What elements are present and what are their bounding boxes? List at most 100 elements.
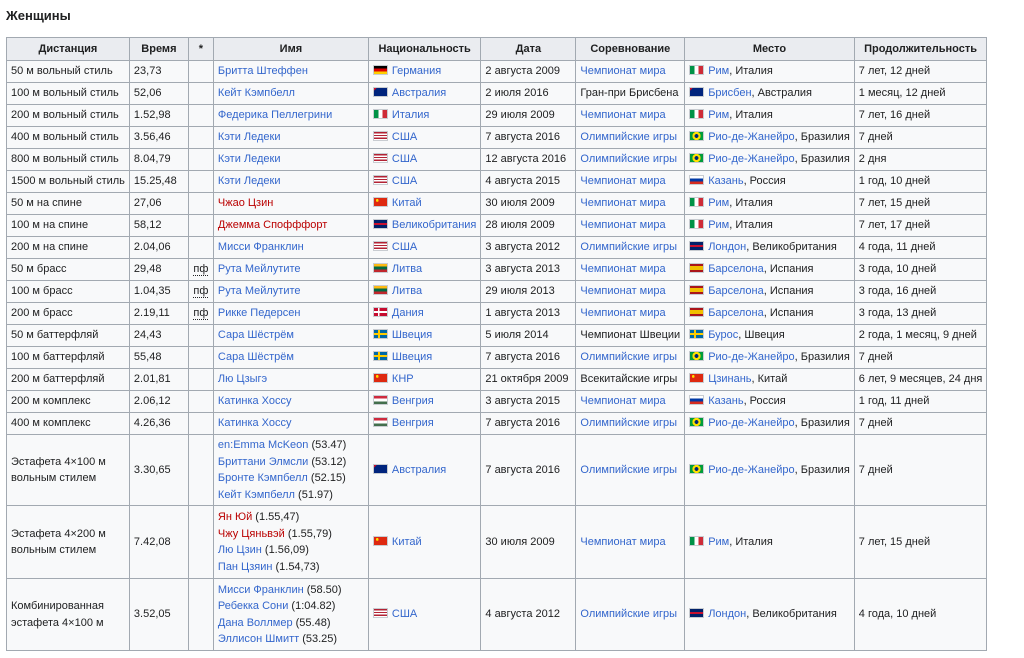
swimmer-name-link[interactable]: Ян Юй (218, 511, 252, 523)
swimmer-name-link[interactable]: Пан Цзяин (218, 561, 273, 573)
nationality-link[interactable]: Австралия (392, 87, 446, 99)
nationality-link[interactable]: Дания (392, 307, 424, 319)
city-link[interactable]: Рио-де-Жанейро (708, 153, 794, 165)
swimmer-name-link[interactable]: Кейт Кэмпбелл (218, 87, 295, 99)
swimmer-name-link[interactable]: Сара Шёстрём (218, 329, 294, 341)
city-link[interactable]: Брисбен (708, 87, 751, 99)
column-header-place[interactable]: Место (684, 37, 855, 61)
competition-link[interactable]: Чемпионат мира (580, 109, 665, 121)
competition-link[interactable]: Олимпийские игры (580, 351, 677, 363)
competition-link[interactable]: Чемпионат мира (580, 307, 665, 319)
competition-link[interactable]: Чемпионат мира (580, 175, 665, 187)
city-link[interactable]: Рим (708, 536, 729, 548)
swimmer-name-link[interactable]: Сара Шёстрём (218, 351, 294, 363)
city-link[interactable]: Барселона (708, 263, 764, 275)
nationality-link[interactable]: США (392, 608, 417, 620)
column-header-nationality[interactable]: Национальность (367, 37, 482, 61)
nationality-link[interactable]: Китай (392, 197, 422, 209)
nationality-link[interactable]: Китай (392, 536, 422, 548)
competition-link[interactable]: Чемпионат мира (580, 285, 665, 297)
competition-link[interactable]: Чемпионат мира (580, 536, 665, 548)
swimmer-name-link[interactable]: Рута Мейлутите (218, 285, 301, 297)
competition-link[interactable]: Олимпийские игры (580, 608, 677, 620)
nationality-link[interactable]: США (392, 153, 417, 165)
city-link[interactable]: Рио-де-Жанейро (708, 464, 794, 476)
column-header-name[interactable]: Имя (212, 37, 369, 61)
swimmer-name-link[interactable]: Катинка Хоссу (218, 417, 292, 429)
note-abbr[interactable]: пф (193, 263, 209, 277)
swimmer-name-link[interactable]: Лю Цзин (218, 544, 262, 556)
city-link[interactable]: Рио-де-Жанейро (708, 131, 794, 143)
city-link[interactable]: Рим (708, 219, 729, 231)
competition-link[interactable]: Чемпионат мира (580, 219, 665, 231)
competition-link[interactable]: Олимпийские игры (580, 464, 677, 476)
competition-link[interactable]: Олимпийские игры (580, 417, 677, 429)
city-link[interactable]: Рио-де-Жанейро (708, 417, 794, 429)
swimmer-name-link[interactable]: en:Emma McKeon (218, 439, 308, 451)
nationality-link[interactable]: Великобритания (392, 219, 476, 231)
city-link[interactable]: Лондон (708, 608, 746, 620)
column-header-distance[interactable]: Дистанция (6, 37, 130, 61)
swimmer-name-link[interactable]: Кейт Кэмпбелл (218, 489, 295, 501)
column-header-competition[interactable]: Соревнование (575, 37, 686, 61)
competition-link[interactable]: Олимпийские игры (580, 153, 677, 165)
swimmer-name-link[interactable]: Бритта Штеффен (218, 65, 308, 77)
competition-link[interactable]: Чемпионат мира (580, 263, 665, 275)
nationality-link[interactable]: США (392, 241, 417, 253)
swimmer-name-link[interactable]: Бронте Кэмпбелл (218, 472, 308, 484)
city-link[interactable]: Рим (708, 197, 729, 209)
nationality-link[interactable]: Австралия (392, 464, 446, 476)
column-header-date[interactable]: Дата (480, 37, 577, 61)
country-name: , Бразилия (794, 153, 850, 166)
swimmer-name-link[interactable]: Катинка Хоссу (218, 395, 292, 407)
note-abbr[interactable]: пф (193, 307, 209, 321)
competition-link[interactable]: Олимпийские игры (580, 241, 677, 253)
swimmer-name-link[interactable]: Кэти Ледеки (218, 175, 281, 187)
swimmer-name-link[interactable]: Лю Цзыгэ (218, 373, 267, 385)
nationality-link[interactable]: Литва (392, 263, 422, 275)
city-link[interactable]: Рио-де-Жанейро (708, 351, 794, 363)
swimmer-name-link[interactable]: Рута Мейлутите (218, 263, 301, 275)
city-link[interactable]: Барселона (708, 285, 764, 297)
column-header-duration[interactable]: Продолжительность (853, 37, 988, 61)
city-link[interactable]: Казань (708, 175, 743, 187)
column-header-time[interactable]: Время (128, 37, 189, 61)
swimmer-name-link[interactable]: Ребекка Сони (218, 600, 288, 612)
swimmer-name-link[interactable]: Мисси Франклин (218, 584, 304, 596)
nationality-link[interactable]: Литва (392, 285, 422, 297)
nationality-link[interactable]: Швеция (392, 329, 432, 341)
swimmer-name-link[interactable]: Кэти Ледеки (218, 153, 281, 165)
column-header-note[interactable]: * (187, 37, 214, 61)
competition-link[interactable]: Олимпийские игры (580, 131, 677, 143)
city-link[interactable]: Лондон (708, 241, 746, 253)
swimmer-name-link[interactable]: Дана Воллмер (218, 617, 293, 629)
city-link[interactable]: Бурос (708, 329, 738, 341)
swimmer-name-link[interactable]: Эллисон Шмитт (218, 633, 299, 645)
nationality-link[interactable]: Италия (392, 109, 429, 121)
nationality-link[interactable]: США (392, 131, 417, 143)
competition-link[interactable]: Чемпионат мира (580, 197, 665, 209)
cell-swimmers: Кэти Ледеки (212, 170, 369, 193)
nationality-link[interactable]: Германия (392, 65, 441, 77)
competition-link[interactable]: Чемпионат мира (580, 65, 665, 77)
city-link[interactable]: Рим (708, 109, 729, 121)
swimmer-name-link[interactable]: Джемма Спофффорт (218, 219, 327, 231)
city-link[interactable]: Казань (708, 395, 743, 407)
nationality-link[interactable]: КНР (392, 373, 414, 385)
city-link[interactable]: Цзинань (708, 373, 751, 385)
swimmer-name-link[interactable]: Бриттани Элмсли (218, 456, 308, 468)
city-link[interactable]: Барселона (708, 307, 764, 319)
city-link[interactable]: Рим (708, 65, 729, 77)
competition-link[interactable]: Чемпионат мира (580, 395, 665, 407)
swimmer-name-link[interactable]: Мисси Франклин (218, 241, 304, 253)
swimmer-name-link[interactable]: Федерика Пеллегрини (218, 109, 332, 121)
swimmer-name-link[interactable]: Чжао Цзин (218, 197, 273, 209)
swimmer-name-link[interactable]: Кэти Ледеки (218, 131, 281, 143)
swimmer-name-link[interactable]: Чжу Цяньвэй (218, 528, 285, 540)
note-abbr[interactable]: пф (193, 285, 209, 299)
nationality-link[interactable]: Швеция (392, 351, 432, 363)
nationality-link[interactable]: США (392, 175, 417, 187)
nationality-link[interactable]: Венгрия (392, 417, 434, 429)
nationality-link[interactable]: Венгрия (392, 395, 434, 407)
swimmer-name-link[interactable]: Рикке Педерсен (218, 307, 301, 319)
